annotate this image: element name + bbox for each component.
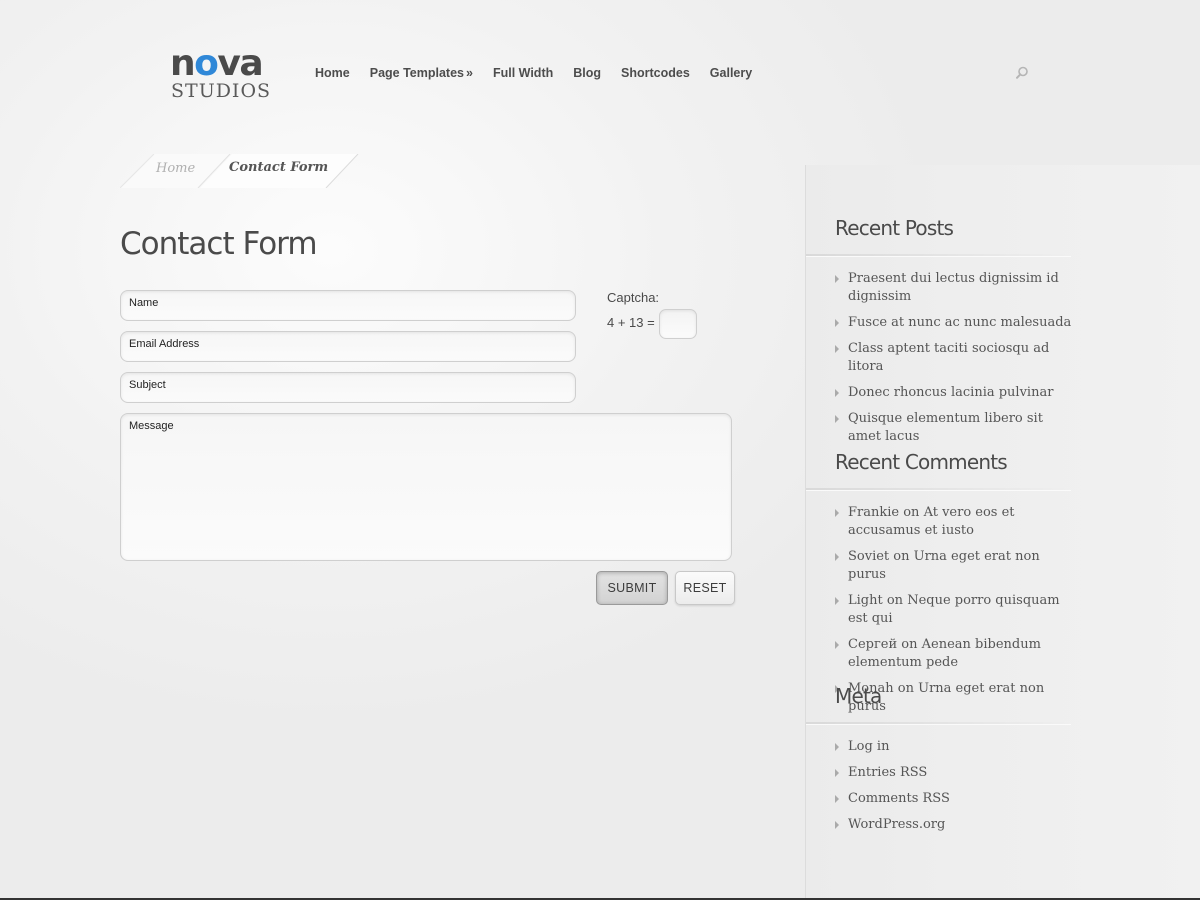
list-item: WordPress.org [835,816,1080,834]
comment-on-text: on [897,637,922,652]
meta-link-comments-rss[interactable]: Comments RSS [848,791,950,806]
list-item: Entries RSS [835,764,1080,782]
bullet-arrow-icon [835,509,839,517]
nav-item-gallery[interactable]: Gallery [710,64,752,84]
list-item: Сергей on Aenean bibendum elementum pede [835,636,1080,672]
breadcrumb-current: Contact Form [229,160,329,175]
submenu-arrow-icon: » [466,66,473,80]
nav-item-gallery-label: Gallery [709,66,753,80]
logo-wordmark: nova [170,43,264,84]
nav-item-blog-label: Blog [573,66,602,80]
nav-item-page-templates-label: Page Templates [369,66,464,80]
nav-item-shortcodes-label: Shortcodes [621,66,690,80]
main-nav: Home Page Templates» Full Width Blog Sho… [315,64,772,84]
breadcrumb-home-link[interactable]: Home [156,161,195,176]
recent-comments-title: Recent Comments [835,450,1008,474]
submit-button[interactable]: SUBMIT [596,571,668,605]
bullet-arrow-icon [835,275,839,283]
logo-text-accent: o [194,43,219,84]
nav-item-home-label: Home [315,66,350,80]
bullet-arrow-icon [835,389,839,397]
list-item: Light on Neque porro quisquam est qui [835,592,1080,628]
subject-field[interactable]: Subject [120,372,576,403]
bullet-arrow-icon [835,743,839,751]
bullet-arrow-icon [835,641,839,649]
comment-on-text: on [882,593,908,608]
recent-posts-list: Praesent dui lectus dignissim id digniss… [835,270,1080,454]
meta-list: Log in Entries RSS Comments RSS WordPres… [835,738,1080,842]
meta-title: Meta [835,684,882,708]
comment-on-text: on [893,681,919,696]
bullet-arrow-icon [835,319,839,327]
logo-text-end: va [217,43,263,84]
list-item: Quisque elementum libero sit amet lacus [835,410,1080,446]
meta-link-entries-rss[interactable]: Entries RSS [848,765,927,780]
captcha-label: Captcha: [607,290,660,305]
bullet-arrow-icon [835,415,839,423]
nav-item-full-width[interactable]: Full Width [493,64,553,84]
list-item: Log in [835,738,1080,756]
widget-divider [806,488,1071,491]
comment-on-text: on [889,549,914,564]
comment-author[interactable]: Сергей [848,637,897,652]
message-field[interactable]: Message [120,413,732,561]
logo-text-start: n [170,43,196,84]
recent-post-link[interactable]: Class aptent taciti sociosqu ad litora [848,341,1049,374]
recent-post-link[interactable]: Quisque elementum libero sit amet lacus [848,411,1043,444]
logo-subtitle: STUDIOS [171,80,272,102]
page-title: Contact Form [120,226,318,262]
bullet-arrow-icon [835,821,839,829]
comment-on-text: on [899,505,924,520]
list-item: Fusce at nunc ac nunc malesuada [835,314,1080,332]
recent-posts-title: Recent Posts [835,216,954,240]
list-item: Soviet on Urna eget erat non purus [835,548,1080,584]
recent-post-link[interactable]: Donec rhoncus lacinia pulvinar [848,385,1053,400]
bullet-arrow-icon [835,553,839,561]
nav-item-shortcodes[interactable]: Shortcodes [621,64,690,84]
search-icon[interactable] [1014,65,1030,81]
bullet-arrow-icon [835,345,839,353]
comment-author[interactable]: Frankie [848,505,899,520]
email-field[interactable]: Email Address [120,331,576,362]
widget-divider [806,722,1071,725]
nav-item-page-templates[interactable]: Page Templates» [370,64,473,84]
name-field[interactable]: Name [120,290,576,321]
nav-item-home[interactable]: Home [315,64,350,84]
list-item: Donec rhoncus lacinia pulvinar [835,384,1080,402]
meta-link-wordpress[interactable]: WordPress.org [848,817,945,832]
comment-author[interactable]: Light [848,593,883,608]
comment-author[interactable]: Soviet [848,549,889,564]
reset-button[interactable]: RESET [675,571,735,605]
nav-item-full-width-label: Full Width [492,66,554,80]
nav-item-blog[interactable]: Blog [573,64,601,84]
captcha-input[interactable] [659,309,697,339]
recent-post-link[interactable]: Praesent dui lectus dignissim id digniss… [848,271,1059,304]
widget-divider [806,254,1071,257]
bullet-arrow-icon [835,769,839,777]
list-item: Praesent dui lectus dignissim id digniss… [835,270,1080,306]
bullet-arrow-icon [835,597,839,605]
list-item: Class aptent taciti sociosqu ad litora [835,340,1080,376]
site-logo[interactable]: nova STUDIOS [170,43,274,103]
meta-link-login[interactable]: Log in [848,739,889,754]
recent-post-link[interactable]: Fusce at nunc ac nunc malesuada [848,315,1071,330]
list-item: Frankie on At vero eos et accusamus et i… [835,504,1080,540]
captcha-question: 4 + 13 = [607,315,655,330]
bullet-arrow-icon [835,795,839,803]
list-item: Comments RSS [835,790,1080,808]
